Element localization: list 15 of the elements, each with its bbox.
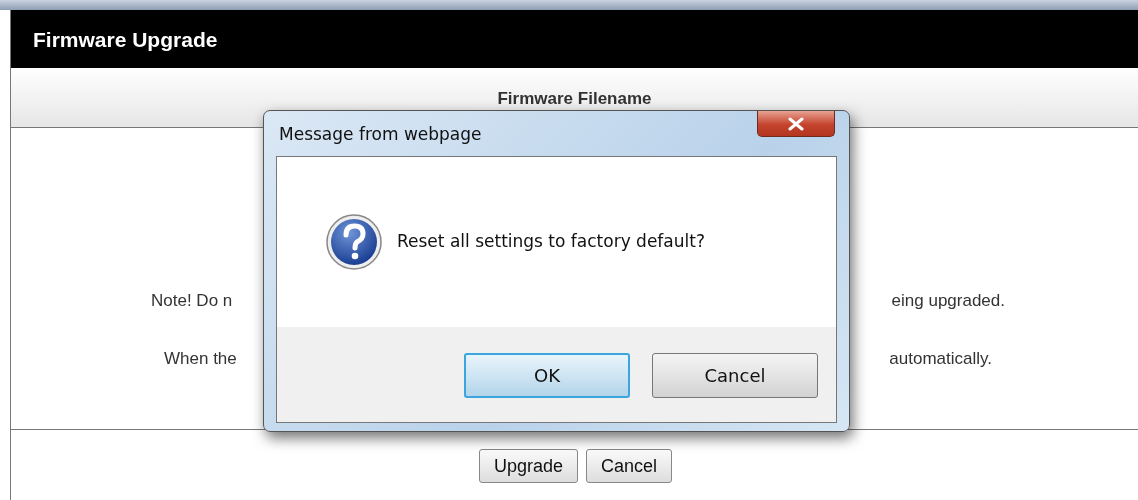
dialog-message: Reset all settings to factory default? [397,230,705,254]
page-title: Firmware Upgrade [11,10,1138,68]
note-text: Note! Do n [151,290,233,312]
close-button[interactable] [757,111,835,137]
close-icon [787,116,805,131]
cancel-button[interactable]: Cancel [652,353,818,398]
note-text: When the [164,348,237,370]
cancel-button[interactable]: Cancel [586,449,673,483]
note-text: eing upgraded. [891,290,1005,312]
upgrade-button[interactable]: Upgrade [478,449,578,483]
dialog-title: Message from webpage [278,123,482,146]
question-icon [325,213,383,271]
ok-button[interactable]: OK [464,353,630,398]
column-header: Firmware Filename [497,89,652,108]
note-text: automatically. [889,348,992,370]
